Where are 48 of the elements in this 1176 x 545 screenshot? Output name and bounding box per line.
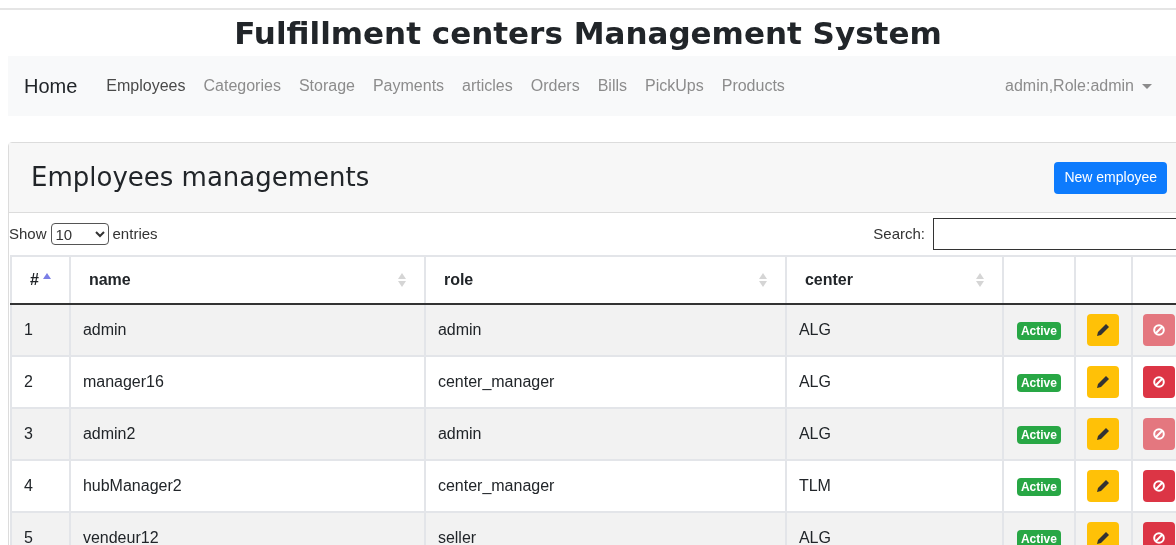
nav-link[interactable]: Products — [712, 74, 794, 98]
ban-icon — [1152, 532, 1165, 544]
nav-link[interactable]: Orders — [521, 74, 589, 98]
column-header[interactable]: role — [424, 256, 786, 304]
entries-label: entries — [112, 223, 158, 244]
search-field[interactable] — [933, 218, 1176, 250]
new-employee-button[interactable]: New employee — [1054, 161, 1167, 194]
search-label: Search: — [873, 223, 925, 244]
nav-link[interactable]: PickUps — [636, 74, 713, 98]
pencil-icon — [1097, 480, 1110, 492]
ban-icon — [1152, 324, 1165, 336]
edit-button[interactable] — [1087, 314, 1120, 346]
ban-icon — [1152, 480, 1165, 492]
edit-button[interactable] — [1087, 470, 1120, 502]
nav-link[interactable]: Bills — [588, 74, 636, 98]
card-title: Employees managements — [31, 161, 370, 194]
entries-select[interactable]: 10 — [50, 223, 109, 245]
pencil-icon — [1097, 376, 1110, 388]
column-header[interactable]: # — [11, 256, 70, 304]
show-label: Show — [9, 223, 47, 244]
status-badge: Active — [1016, 374, 1061, 392]
nav-link[interactable]: Payments — [363, 74, 454, 98]
nav-link[interactable]: Storage — [289, 74, 364, 98]
nav-link[interactable]: Categories — [194, 74, 290, 98]
caret-icon — [1142, 83, 1152, 89]
table-cell: 5 — [11, 512, 70, 545]
status-badge: Active — [1016, 426, 1061, 444]
edit-button[interactable] — [1087, 366, 1120, 398]
nav-link[interactable]: Employees — [97, 74, 195, 98]
delete-button[interactable] — [1142, 522, 1175, 545]
status-badge: Active — [1016, 322, 1061, 340]
status-badge: Active — [1016, 530, 1061, 545]
brand-link[interactable]: Home — [24, 71, 78, 101]
page-title: Fulfillment centers Management System — [234, 13, 942, 53]
edit-button[interactable] — [1087, 522, 1120, 545]
delete-button[interactable] — [1142, 470, 1175, 502]
user-menu[interactable]: admin,Role:admin — [1005, 74, 1152, 98]
delete-button[interactable] — [1142, 366, 1175, 398]
edit-button[interactable] — [1087, 418, 1120, 450]
column-header[interactable]: name — [69, 256, 425, 304]
ban-icon — [1152, 428, 1165, 440]
pencil-icon — [1097, 532, 1110, 544]
status-badge: Active — [1016, 478, 1061, 496]
nav-link[interactable]: articles — [453, 74, 522, 98]
column-header[interactable]: center — [785, 256, 1003, 304]
pencil-icon — [1097, 324, 1110, 336]
ban-icon — [1152, 376, 1165, 388]
pencil-icon — [1097, 428, 1110, 440]
